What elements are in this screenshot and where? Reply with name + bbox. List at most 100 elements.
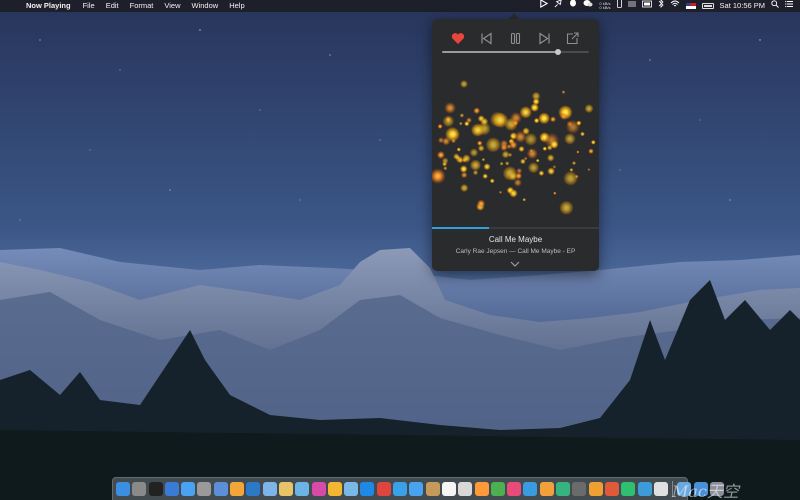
dock-app-icon[interactable] [621,482,636,496]
visualizer-particle [469,159,482,171]
visualizer-particle [457,157,464,164]
net-download-speed: 0 kB/s [599,5,611,10]
dock-app-icon[interactable] [588,482,603,496]
menu-help[interactable]: Help [229,0,244,12]
dock-app-icon[interactable] [311,482,326,496]
menu-view[interactable]: View [164,0,180,12]
dock-app-icon[interactable] [474,482,489,496]
network-speed[interactable]: 0 kB/s 0 kB/s [599,2,610,10]
dock-app-icon[interactable] [197,482,212,496]
playback-controls [432,29,599,47]
dock-app-icon[interactable] [637,482,652,496]
menu-window[interactable]: Window [192,0,219,12]
pause-button[interactable] [507,30,523,46]
visualizer-particle [482,173,488,179]
skip-back-icon [481,31,492,45]
audio-visualizer [432,57,599,227]
dock-app-icon[interactable] [507,482,522,496]
volume-slider-knob[interactable] [555,49,562,55]
dock-app-icon[interactable] [360,482,375,496]
visualizer-particle [508,172,518,181]
dock-app-icon[interactable] [246,482,261,496]
dock-app-icon[interactable] [490,482,505,496]
dock-app-icon[interactable] [344,482,359,496]
dock-app-icon[interactable] [556,482,571,496]
visualizer-particle [492,112,509,129]
notification-center-icon[interactable] [785,0,794,13]
visualizer-particle [574,174,579,179]
dock-app-icon[interactable] [393,482,408,496]
visualizer-particle [572,161,576,166]
dock-app-icon[interactable] [441,482,456,496]
dock-app-icon[interactable] [604,482,619,496]
menu-format[interactable]: Format [130,0,154,12]
track-artist-album: Carly Rae Jepsen — Call Me Maybe - EP [455,248,576,255]
dock-app-icon[interactable] [132,482,147,496]
visualizer-particle [569,168,574,172]
visualizer-particle [522,198,526,202]
visualizer-particle [561,90,566,94]
spotlight-search-icon[interactable] [771,0,779,13]
chevron-down-icon [510,261,520,267]
wifi-icon[interactable] [670,0,680,13]
volume-slider[interactable] [442,49,589,55]
dock-app-icon[interactable] [458,482,473,496]
love-button[interactable] [450,30,466,46]
battery-icon[interactable] [701,3,714,9]
bars-icon[interactable] [627,0,636,13]
visualizer-particle [553,191,557,195]
memory-icon[interactable] [641,0,652,13]
playback-progress-fill [432,227,489,229]
dock-app-icon[interactable] [409,482,424,496]
visualizer-particle [432,168,446,184]
wechat-icon[interactable] [583,0,593,13]
dock-app-icon[interactable] [278,482,293,496]
dock-app-icon[interactable] [327,482,342,496]
dock-app-icon[interactable] [148,482,163,496]
menu-file[interactable]: File [83,0,95,12]
dock-app-icon[interactable] [425,482,440,496]
bluetooth-icon[interactable] [658,0,664,13]
visualizer-particle [547,145,553,151]
visualizer-particle [576,150,580,154]
phone-icon[interactable] [616,0,622,13]
dock-app-icon[interactable] [213,482,228,496]
menu-edit[interactable]: Edit [106,0,119,12]
visualizer-particle [485,137,501,153]
visualizer-particle [540,137,544,141]
visualizer-particle [462,154,471,163]
dock-app-icon[interactable] [572,482,587,496]
previous-button[interactable] [479,30,495,46]
visualizer-particle [500,143,508,152]
dock-app-icon[interactable] [181,482,196,496]
dock-app-icon[interactable] [376,482,391,496]
dock-app-icon[interactable] [164,482,179,496]
dock-app-icon[interactable] [295,482,310,496]
visualizer-particle [531,91,541,101]
expand-chevron-button[interactable] [509,261,521,269]
visualizer-particle [466,117,472,124]
qq-icon[interactable] [569,0,577,13]
dock-app-icon[interactable] [539,482,554,496]
visualizer-particle [533,117,540,124]
visualizer-particle [437,137,445,144]
rocket-icon[interactable] [554,0,563,13]
visualizer-particle [501,150,510,159]
playback-progress-bar[interactable] [432,227,599,229]
dock [112,477,724,500]
dock-app-icon[interactable] [116,482,130,496]
visualizer-particle [460,171,468,179]
volume-slider-fill [442,51,559,53]
dock-app-icon[interactable] [653,482,668,496]
dock-app-icon[interactable] [230,482,245,496]
dock-app-icon[interactable] [262,482,277,496]
input-source-flag-icon[interactable] [685,3,696,9]
visualizer-particle [524,132,538,146]
now-playing-status-icon[interactable] [539,0,549,13]
dock-app-icon[interactable] [523,482,538,496]
visualizer-particle [505,161,510,166]
menu-app-name[interactable]: Now Playing [26,0,71,12]
next-button[interactable] [536,30,552,46]
menubar-clock[interactable]: Sat 10:56 PM [720,0,765,12]
share-button[interactable] [565,30,581,46]
